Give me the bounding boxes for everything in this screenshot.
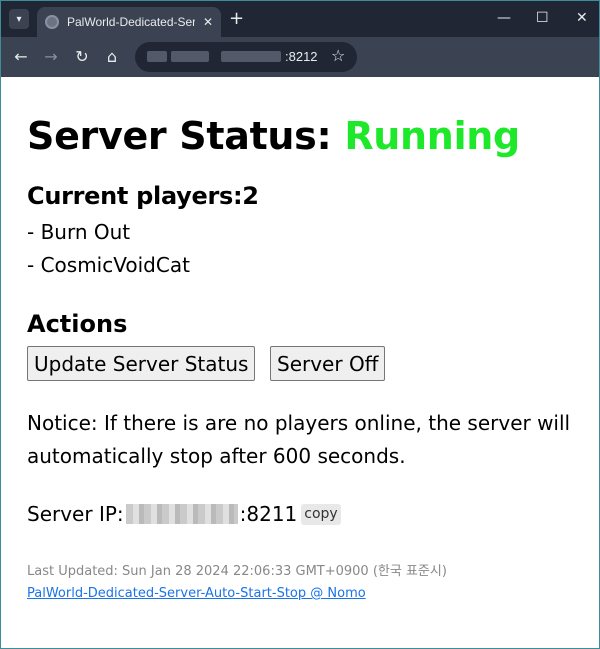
bookmark-star-icon[interactable]: ☆ [331,46,345,65]
copy-button[interactable]: copy [301,503,341,525]
server-off-button[interactable]: Server Off [270,346,386,381]
update-status-button[interactable]: Update Server Status [27,346,256,381]
back-arrow-icon[interactable]: ← [11,47,31,67]
page-title: Server Status: Running [27,111,587,161]
footer-link[interactable]: PalWorld-Dedicated-Server-Auto-Start-Sto… [27,586,366,601]
new-tab-icon[interactable]: + [229,9,244,29]
server-ip-row: Server IP: :8211 copy [27,499,341,529]
status-text: Running [344,114,520,158]
tab-bar: ▾ PalWorld-Dedicated-Server ✕ + — ☐ ✕ [1,1,599,37]
address-bar[interactable]: :8212 ☆ [135,42,357,72]
actions-heading: Actions [27,310,128,338]
home-icon[interactable]: ⌂ [102,47,122,67]
window-close-icon[interactable]: ✕ [576,9,588,27]
ip-port: :8211 [239,502,298,526]
tab-title: PalWorld-Dedicated-Server [67,15,195,29]
players-heading: Current players:2 [27,182,259,210]
browser-tab[interactable]: PalWorld-Dedicated-Server ✕ [37,7,221,37]
title-prefix: Server Status: [27,114,345,158]
url-port: :8212 [285,49,318,64]
player-item: - CosmicVoidCat [27,253,190,277]
page-content: Server Status: Running Current players:2… [27,111,587,601]
forward-arrow-icon[interactable]: → [41,47,61,67]
player-item: - Burn Out [27,220,131,244]
close-icon[interactable]: ✕ [203,15,213,29]
redacted-url-part [221,51,281,62]
minimize-icon[interactable]: — [497,9,511,27]
maximize-icon[interactable]: ☐ [536,9,549,27]
favicon-icon [45,15,59,29]
browser-toolbar: ← → ↻ ⌂ :8212 ☆ [1,37,599,77]
chevron-down-icon[interactable]: ▾ [9,9,29,29]
reload-icon[interactable]: ↻ [72,47,92,67]
notice-text: Notice: If there is are no players onlin… [27,411,571,468]
ip-label: Server IP: [27,502,124,526]
last-updated: Last Updated: Sun Jan 28 2024 22:06:33 G… [27,564,447,579]
redacted-url-part [171,51,209,62]
redacted-ip [125,504,238,524]
redacted-url-part [147,51,167,62]
browser-window: ▾ PalWorld-Dedicated-Server ✕ + — ☐ ✕ ← … [0,0,600,649]
